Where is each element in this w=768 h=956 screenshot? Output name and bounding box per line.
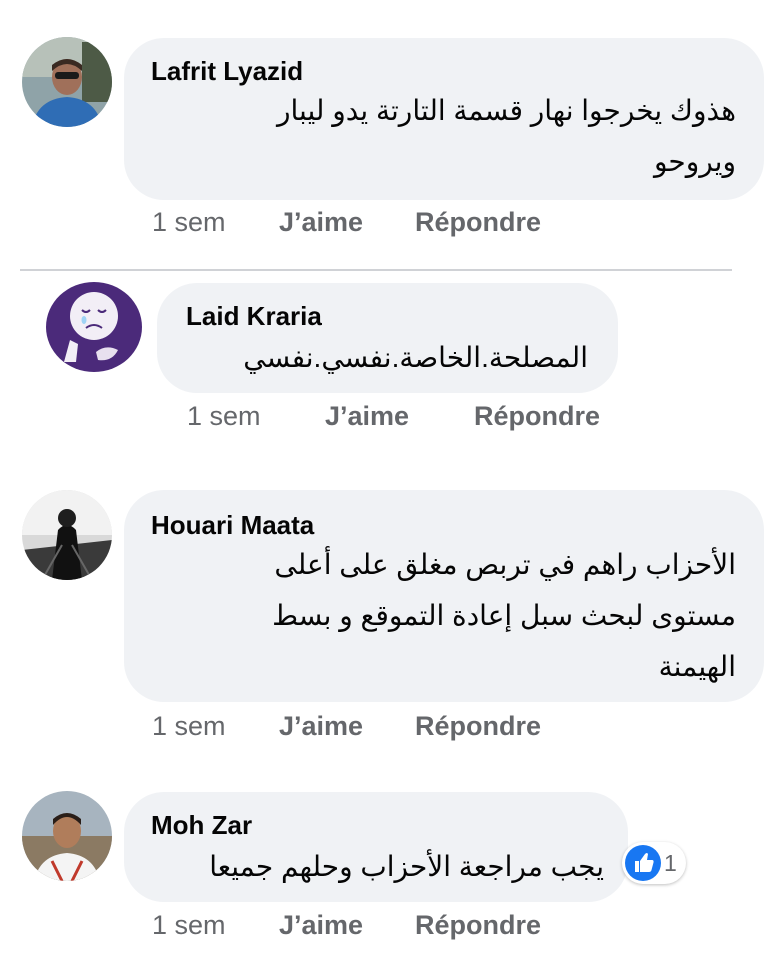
thumbs-up-icon: [625, 845, 661, 881]
avatar[interactable]: [22, 791, 112, 881]
reply-button[interactable]: Répondre: [415, 910, 541, 941]
comment-actions: 1 sem J’aime Répondre: [152, 910, 572, 944]
like-button[interactable]: J’aime: [279, 910, 363, 941]
author-name[interactable]: Moh Zar: [151, 810, 252, 841]
comment: Moh Zar يجب مراجعة الأحزاب وحلهم جميعا 1…: [0, 0, 768, 956]
avatar-photo-icon: [22, 791, 112, 881]
reaction-summary[interactable]: 1: [622, 842, 686, 884]
reaction-count: 1: [664, 850, 677, 876]
comment-bubble: Moh Zar يجب مراجعة الأحزاب وحلهم جميعا: [124, 792, 628, 902]
comment-text: يجب مراجعة الأحزاب وحلهم جميعا: [209, 841, 604, 892]
comment-line: يجب مراجعة الأحزاب وحلهم جميعا: [209, 851, 604, 882]
timestamp[interactable]: 1 sem: [152, 910, 226, 941]
